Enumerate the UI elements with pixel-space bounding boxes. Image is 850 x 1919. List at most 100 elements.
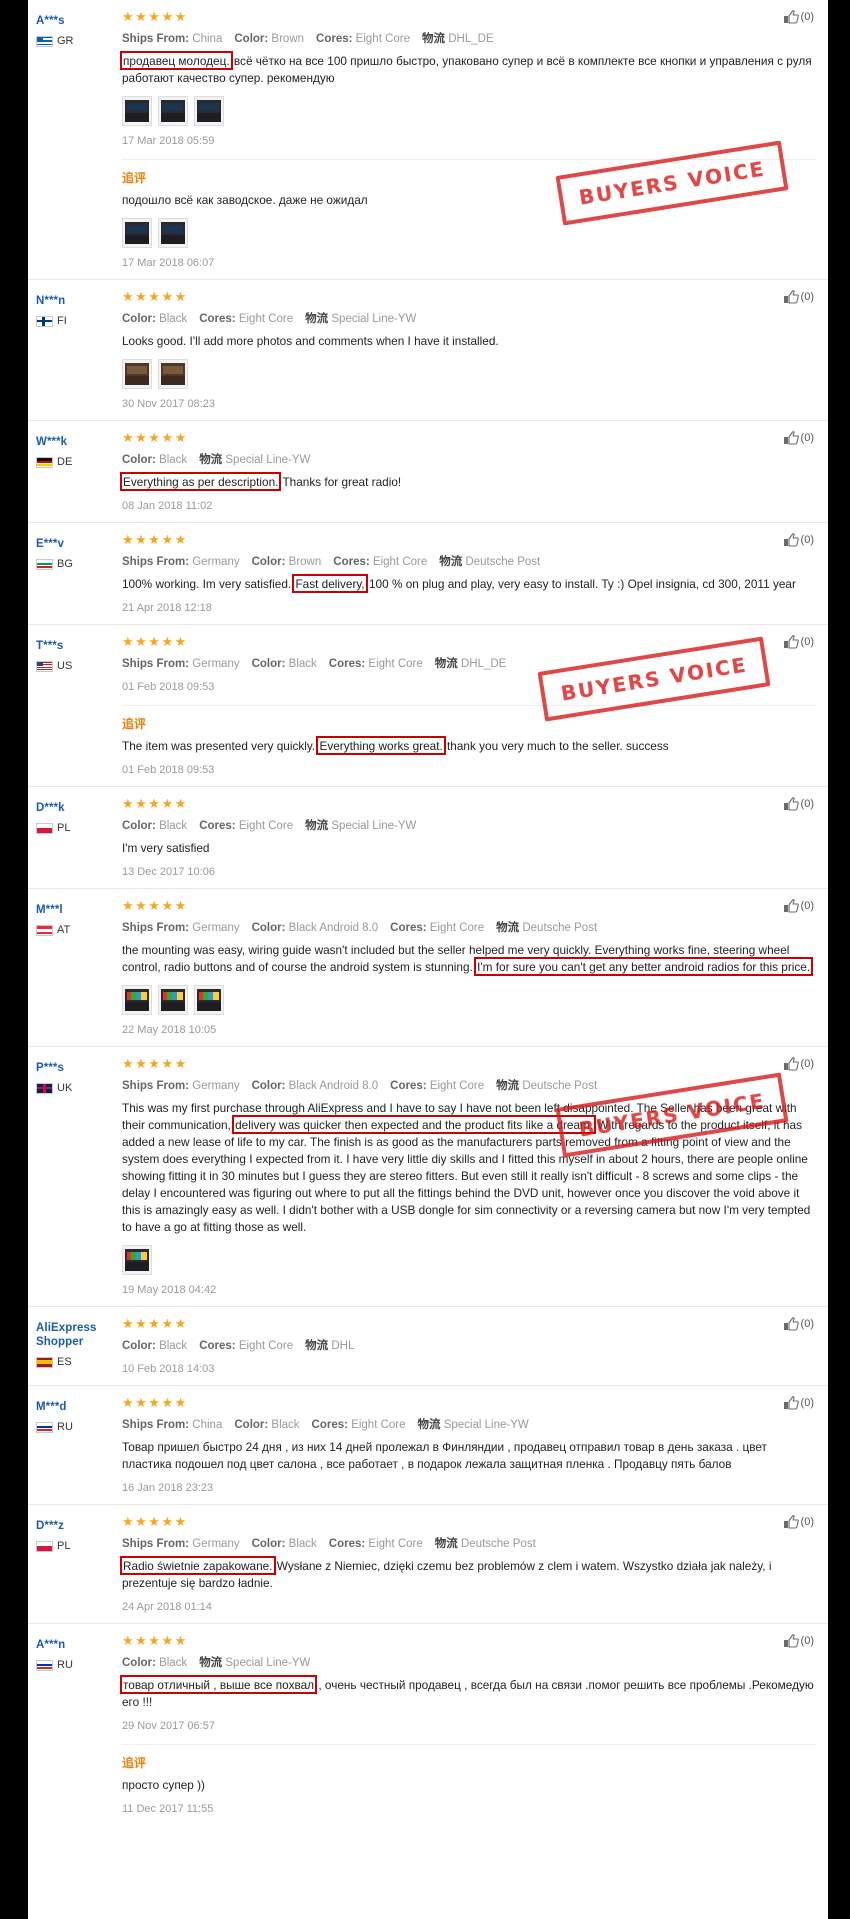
review-header: ★★★★★ (0) — [122, 797, 816, 811]
attr-cores-value: Eight Core — [238, 1340, 294, 1352]
buyer-name[interactable]: D***z — [36, 1519, 114, 1533]
attr-logistics: 物流 Special Line-YW — [305, 818, 416, 834]
review-text: the mounting was easy, wiring guide wasn… — [122, 942, 816, 976]
review-photo-thumbnail[interactable] — [158, 985, 188, 1015]
attr-color-value: Black — [159, 1657, 188, 1669]
logistics-label-cjk: 物流 — [305, 818, 329, 832]
review-buyer: A***n RU — [28, 1634, 114, 1825]
buyer-name[interactable]: A***s — [36, 14, 114, 28]
buyer-name[interactable]: M***l — [36, 903, 114, 917]
attr-color-label: Color: — [122, 313, 156, 325]
buyer-name[interactable]: D***k — [36, 801, 114, 815]
append-review-label: 追评 — [122, 1756, 147, 1770]
review-append-date: 17 Mar 2018 06:07 — [122, 257, 215, 269]
attr-cores-label: Cores: — [390, 1080, 427, 1092]
buyer-country-code: ES — [57, 1356, 72, 1368]
review-buyer: E***v BG — [28, 533, 114, 624]
buyer-name[interactable]: W***k — [36, 435, 114, 449]
buyer-name[interactable]: AliExpress Shopper — [36, 1321, 114, 1349]
attr-cores-value: Eight Core — [238, 313, 294, 325]
review-date: 17 Mar 2018 05:59 — [122, 135, 215, 147]
review-date: 24 Apr 2018 01:14 — [122, 1601, 212, 1613]
buyer-country: UK — [36, 1082, 114, 1094]
review-content: ★★★★★ (0) Ships From: China Color: Brown Cor… — [114, 10, 828, 279]
review-photo-thumbnail[interactable] — [122, 96, 152, 126]
attr-color: Color: Black — [122, 312, 187, 327]
helpful-button[interactable]: (0) — [783, 899, 816, 913]
buyer-name[interactable]: P***s — [36, 1061, 114, 1075]
helpful-count: (0) — [800, 534, 814, 546]
review-photo-thumbnail[interactable] — [158, 359, 188, 389]
buyer-name[interactable]: M***d — [36, 1400, 114, 1414]
thumbs-up-icon — [783, 290, 799, 304]
review-text: просто супер )) — [122, 1777, 816, 1794]
flag-icon-de — [36, 456, 53, 468]
attr-logistics: 物流 DHL_DE — [435, 656, 507, 672]
attr-color-label: Color: — [122, 454, 156, 466]
review-buyer: A***s GR — [28, 10, 114, 279]
attr-color: Color: Black Android 8.0 — [252, 1079, 379, 1094]
buyer-country-code: UK — [57, 1082, 73, 1094]
attr-ships-from: Ships From: China — [122, 32, 222, 47]
review-date: 19 May 2018 04:42 — [122, 1284, 217, 1296]
helpful-button[interactable]: (0) — [783, 290, 816, 304]
attr-color-value: Black — [271, 1419, 300, 1431]
helpful-button[interactable]: (0) — [783, 1396, 816, 1410]
review-photo-thumbnail[interactable] — [122, 359, 152, 389]
helpful-button[interactable]: (0) — [783, 1634, 816, 1648]
attr-logistics: 物流 Special Line-YW — [418, 1417, 529, 1433]
attr-color-label: Color: — [122, 1657, 156, 1669]
review-photo-thumbnail[interactable] — [122, 985, 152, 1015]
buyer-country: AT — [36, 924, 114, 936]
attr-logistics-value: Deutsche Post — [522, 922, 598, 934]
flag-icon-ru — [36, 1659, 53, 1671]
attr-cores-label: Cores: — [199, 820, 236, 832]
review-header: ★★★★★ (0) — [122, 1396, 816, 1410]
helpful-button[interactable]: (0) — [783, 1057, 816, 1071]
attr-logistics: 物流 Deutsche Post — [496, 920, 597, 936]
review-buyer: T***s US — [28, 635, 114, 786]
helpful-count: (0) — [800, 1058, 814, 1070]
attr-logistics-value: Deutsche Post — [460, 1538, 536, 1550]
review-date: 10 Feb 2018 14:03 — [122, 1363, 215, 1375]
review-text-highlight: товар отличный , выше все похвал — [119, 1675, 318, 1694]
review-append: 追评 просто супер )) 11 Dec 2017 11:55 — [122, 1744, 816, 1825]
review-photos — [122, 985, 816, 1015]
review-text: подошло всё как заводское. даже не ожида… — [122, 192, 816, 209]
attr-logistics-value: DHL_DE — [448, 33, 494, 45]
flag-icon-es — [36, 1356, 53, 1368]
helpful-button[interactable]: (0) — [783, 10, 816, 24]
review-photo-thumbnail[interactable] — [194, 96, 224, 126]
review-append-date: 11 Dec 2017 11:55 — [122, 1803, 214, 1815]
buyer-country-code: DE — [57, 456, 73, 468]
review-header: ★★★★★ (0) — [122, 10, 816, 24]
helpful-button[interactable]: (0) — [783, 1317, 816, 1331]
attr-cores-value: Eight Core — [429, 922, 485, 934]
review-photo-thumbnail[interactable] — [158, 96, 188, 126]
helpful-button[interactable]: (0) — [783, 1515, 816, 1529]
review-text-part: I'm very satisfied — [122, 841, 210, 855]
attr-cores-value: Eight Core — [368, 1538, 423, 1550]
review-photo-thumbnail[interactable] — [122, 218, 152, 248]
review-photo-thumbnail[interactable] — [194, 985, 224, 1015]
helpful-button[interactable]: (0) — [783, 635, 816, 649]
attr-logistics-value: Deutsche Post — [465, 556, 541, 568]
review-text-part: The item was presented very quickly. — [122, 739, 319, 753]
buyer-name[interactable]: A***n — [36, 1638, 114, 1652]
attr-logistics-value: Special Line-YW — [443, 1419, 529, 1431]
attr-ships-from: Ships From: Germany — [122, 921, 240, 936]
buyer-name[interactable]: E***v — [36, 537, 114, 551]
helpful-button[interactable]: (0) — [783, 533, 816, 547]
attr-logistics: 物流 Special Line-YW — [199, 452, 310, 468]
buyer-name[interactable]: N***n — [36, 294, 114, 308]
helpful-button[interactable]: (0) — [783, 431, 816, 445]
attr-ships-from-value: Germany — [192, 1080, 240, 1092]
review-photo-thumbnail[interactable] — [158, 218, 188, 248]
buyer-country-code: AT — [57, 924, 71, 936]
buyer-name[interactable]: T***s — [36, 639, 114, 653]
review-text: Everything as per description. Thanks fo… — [119, 472, 816, 491]
buyer-country-code: GR — [57, 35, 74, 47]
review-attributes: Color: Black Cores: Eight Core 物流 Special … — [122, 311, 816, 327]
helpful-button[interactable]: (0) — [783, 797, 816, 811]
review-photo-thumbnail[interactable] — [122, 1245, 152, 1275]
